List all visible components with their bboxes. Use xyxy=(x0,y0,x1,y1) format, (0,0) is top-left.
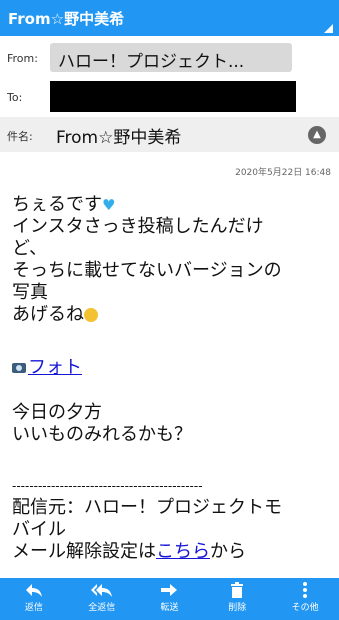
subject-label: 件名: xyxy=(7,130,33,143)
from-label: From: xyxy=(7,52,38,65)
chevron-up-icon: ▲ xyxy=(313,129,321,140)
to-address-redacted xyxy=(50,81,296,112)
reply-icon xyxy=(0,582,68,602)
heart-icon: ♥ xyxy=(102,196,116,214)
body-line: そっちに載せてないバージョンの xyxy=(12,260,282,281)
subject-row: 件名: From☆野中美希 ▲ xyxy=(0,117,339,152)
to-label: To: xyxy=(7,91,23,104)
body-line: ど、 xyxy=(12,238,48,259)
photo-link[interactable]: フォト xyxy=(28,357,82,378)
footer-line: 配信元：ハロー！プロジェクトモ xyxy=(12,497,282,518)
footer-divider: ----------------------------------------… xyxy=(12,479,203,493)
subject-text: From☆野中美希 xyxy=(56,128,182,148)
reply-all-button[interactable]: 全返信 xyxy=(68,578,136,620)
unsubscribe-line: メール解除設定はこちらから xyxy=(12,541,246,562)
body-line: ちぇるです♥ xyxy=(12,194,116,215)
delete-button[interactable]: 削除 xyxy=(203,578,271,620)
title-bar: From☆野中美希 xyxy=(0,0,339,36)
body-line: 今日の夕方 xyxy=(12,402,102,423)
reply-button[interactable]: 返信 xyxy=(0,578,68,620)
more-vert-icon xyxy=(271,582,339,602)
unsubscribe-link[interactable]: こちら xyxy=(156,541,210,562)
bottom-toolbar: 返信 全返信 転送 削除 その他 xyxy=(0,578,339,620)
trash-icon xyxy=(203,582,271,602)
more-button[interactable]: その他 xyxy=(271,578,339,620)
collapse-header-button[interactable]: ▲ xyxy=(308,126,326,144)
footer-line: バイル xyxy=(12,519,66,540)
body-line: インスタさっき投稿したんだけ xyxy=(12,216,264,237)
from-row: From: ハロー！プロジェクト... xyxy=(0,40,339,76)
received-date: 2020年5月22日 16:48 xyxy=(235,168,331,178)
pleading-face-icon xyxy=(84,308,98,322)
corner-indicator-icon xyxy=(324,24,333,33)
message-footer: ----------------------------------------… xyxy=(12,475,334,563)
camera-icon xyxy=(12,363,26,373)
photo-link-line: フォト xyxy=(12,357,334,379)
message-body-evening: 今日の夕方 いいものみれるかも？ xyxy=(12,402,334,446)
forward-icon xyxy=(136,582,204,602)
body-line: あげるね xyxy=(12,304,334,326)
forward-button[interactable]: 転送 xyxy=(136,578,204,620)
window-title: From☆野中美希 xyxy=(8,10,125,28)
message-body-intro: ちぇるです♥ インスタさっき投稿したんだけ ど、 そっちに載せてないバージョンの… xyxy=(12,194,334,326)
body-line: いいものみれるかも？ xyxy=(12,424,192,445)
to-row: To: xyxy=(0,78,339,116)
from-address-chip[interactable]: ハロー！プロジェクト... xyxy=(50,43,292,72)
reply-all-icon xyxy=(68,582,136,602)
body-line: 写真 xyxy=(12,282,48,303)
